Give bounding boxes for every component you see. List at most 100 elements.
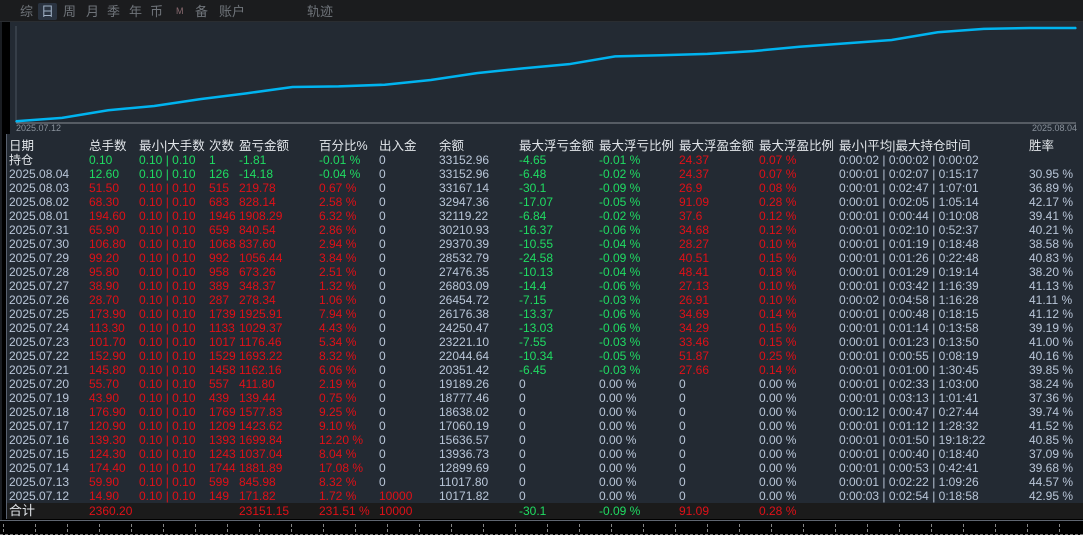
table-cell: 33167.14 [439, 181, 490, 195]
scale-tick [99, 524, 100, 532]
table-cell: 0.00 % [759, 391, 797, 405]
column-header[interactable]: 出入金 [379, 139, 417, 153]
table-cell: 10000 [379, 489, 413, 503]
table-cell: 4.43 % [319, 321, 357, 335]
table-cell: 59.90 [89, 475, 120, 489]
table-cell: 0.10 % [759, 237, 797, 251]
table-cell: 348.37 [239, 279, 276, 293]
table-cell: 0.10 | 0.10 [139, 167, 196, 181]
table-cell: 515 [209, 181, 230, 195]
table-cell: 0.00 % [759, 461, 797, 475]
table-cell: 0.00 % [759, 475, 797, 489]
column-header[interactable]: 余额 [439, 139, 464, 153]
table-cell: 173.90 [89, 307, 126, 321]
table-cell: 0.67 % [319, 181, 357, 195]
table-cell: -0.03 % [599, 363, 641, 377]
table-cell: 10171.82 [439, 489, 490, 503]
scale-tick [643, 524, 644, 532]
column-header[interactable]: 胜率 [1029, 139, 1054, 153]
table-cell: 38.90 [89, 279, 120, 293]
table-cell: 0.00 % [759, 433, 797, 447]
table-cell: 0:00:01 | 0:01:23 | 0:13:50 [839, 335, 979, 349]
table-cell: 106.80 [89, 237, 126, 251]
table-cell: 30210.93 [439, 223, 490, 237]
column-header[interactable]: 最大浮亏比例 [599, 139, 674, 153]
column-header[interactable]: 百分比% [319, 139, 368, 153]
table-cell: 0 [519, 475, 526, 489]
table-cell: 0.00 % [599, 433, 637, 447]
column-header[interactable]: 日期 [9, 139, 34, 153]
table-cell: 39.68 % [1029, 461, 1074, 475]
table-cell: 33152.96 [439, 153, 490, 167]
tab-1[interactable]: 日 [38, 3, 58, 20]
table-cell: 0 [379, 209, 386, 223]
table-cell: 1162.16 [239, 363, 282, 377]
scale-tick [387, 524, 388, 532]
x-axis-end-label: 2025.08.04 [1031, 123, 1077, 133]
table-cell: 0 [379, 405, 386, 419]
table-cell: 2025.07.21 [9, 363, 70, 377]
column-header[interactable]: 最小|平均|最大持仓时间 [839, 139, 971, 153]
table-cell: 23221.10 [439, 335, 490, 349]
tab-8[interactable]: 备 [192, 3, 211, 20]
table-cell: 0.10 | 0.10 [139, 461, 196, 475]
table-cell: 2025.07.29 [9, 251, 70, 265]
column-header[interactable]: 最小|大手数 [139, 139, 205, 153]
table-cell: 174.40 [89, 461, 126, 475]
scale-tick [35, 524, 36, 532]
table-cell: 0 [379, 265, 386, 279]
table-cell: 2025.07.15 [9, 447, 70, 461]
tab-7[interactable]: M [173, 3, 187, 20]
table-cell: 38.20 % [1029, 265, 1074, 279]
table-cell: 1925.91 [239, 307, 283, 321]
table-cell: 持仓 [9, 153, 34, 167]
table-cell: 0:00:01 | 0:03:42 | 1:16:39 [839, 279, 979, 293]
column-header[interactable]: 次数 [209, 139, 234, 153]
column-header[interactable]: 总手数 [89, 139, 127, 153]
tab-3[interactable]: 月 [83, 3, 102, 20]
tab-10[interactable]: 轨迹 [304, 3, 336, 20]
tab-9[interactable]: 账户 [216, 3, 248, 20]
table-cell: 2025.07.12 [9, 489, 70, 503]
table-cell: 36.89 % [1029, 181, 1074, 195]
tab-0[interactable]: 综 [17, 3, 36, 20]
column-header[interactable]: 最大浮盈金额 [679, 139, 754, 153]
tab-2[interactable]: 周 [60, 3, 79, 20]
column-header[interactable]: 最大浮亏金额 [519, 139, 594, 153]
table-cell: -6.84 [519, 209, 547, 223]
table-cell: -0.01 % [319, 153, 361, 167]
balance-point [291, 86, 294, 88]
table-cell: 0 [379, 349, 386, 363]
table-row: 2025.07.15 124.30 0.10 | 0.10 1243 1037.04 8.… [7, 447, 1083, 461]
table-cell: 0 [679, 377, 686, 391]
scale-tick [67, 524, 68, 532]
column-header[interactable]: 最大浮盈比例 [759, 139, 834, 153]
table-cell: 0 [379, 363, 386, 377]
table-cell: 2025.07.26 [9, 293, 70, 307]
table-cell: 0 [379, 251, 386, 265]
table-cell: 18777.46 [439, 391, 490, 405]
scale-tick [323, 524, 324, 532]
tab-4[interactable]: 季 [104, 3, 123, 20]
tab-5[interactable]: 年 [126, 3, 145, 20]
table-row: 2025.08.01 194.60 0.10 | 0.10 1946 1908.29 6.… [7, 209, 1083, 223]
table-cell: -6.48 [519, 167, 547, 181]
table-cell: 40.85 % [1029, 433, 1074, 447]
table-cell: 41.11 % [1029, 293, 1073, 307]
table-cell: 0:00:12 | 0:00:47 | 0:27:44 [839, 405, 979, 419]
scale-tick [803, 524, 804, 532]
scale-tick [1059, 524, 1060, 532]
table-cell: 0 [519, 489, 526, 503]
table-cell: -0.02 % [599, 167, 641, 181]
table-row: 2025.07.17 120.90 0.10 | 0.10 1209 1423.62 9.… [7, 419, 1083, 433]
table-cell: 0.75 % [319, 391, 357, 405]
table-cell: 0.10 % [759, 279, 797, 293]
table-cell: 39.74 % [1029, 405, 1074, 419]
table-cell: 38.58 % [1029, 237, 1074, 251]
table-cell: 5.34 % [319, 335, 357, 349]
table-cell: 139.44 [239, 391, 276, 405]
tab-6[interactable]: 币 [147, 3, 166, 20]
table-cell: -16.37 [519, 223, 554, 237]
table-cell: 1744 [209, 461, 236, 475]
column-header[interactable]: 盈亏金额 [239, 139, 289, 153]
